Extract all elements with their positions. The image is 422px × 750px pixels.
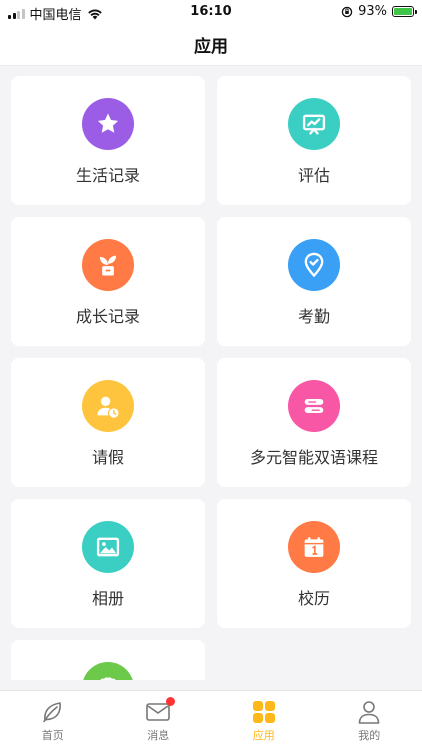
app-label: 相册	[91, 589, 124, 608]
app-label: 考勤	[297, 307, 330, 326]
tab-bar: 首页 消息 应用 我的	[0, 690, 422, 750]
person-clock-icon	[82, 380, 134, 432]
status-right: 93%	[341, 4, 417, 19]
app-card-attendance[interactable]: 考勤	[217, 217, 411, 346]
app-label: 请假	[91, 448, 124, 467]
app-grid: 生活记录 评估 成长记录 考勤 请假 多元智能双语课程 相册 校历	[11, 76, 411, 680]
grid-apps-icon	[252, 701, 275, 723]
app-card-partial[interactable]	[11, 640, 205, 680]
app-grid-container[interactable]: 生活记录 评估 成长记录 考勤 请假 多元智能双语课程 相册 校历	[0, 66, 422, 680]
presentation-chart-icon	[288, 98, 340, 150]
app-label: 多元智能双语课程	[249, 448, 378, 467]
app-label: 评估	[297, 166, 330, 185]
battery-icon	[392, 6, 417, 17]
clipboard-icon	[82, 662, 134, 680]
calendar-icon	[288, 521, 340, 573]
star-icon	[82, 98, 134, 150]
app-card-leave[interactable]: 请假	[11, 358, 205, 487]
tab-profile[interactable]: 我的	[317, 691, 422, 750]
nav-bar: 应用	[0, 24, 422, 66]
status-bar: 中国电信 16:10 93%	[0, 0, 422, 24]
app-card-growth-record[interactable]: 成长记录	[11, 217, 205, 346]
app-card-bilingual-course[interactable]: 多元智能双语课程	[217, 358, 411, 487]
picture-icon	[82, 521, 134, 573]
app-card-assessment[interactable]: 评估	[217, 76, 411, 205]
plant-pot-icon	[82, 239, 134, 291]
page-title: 应用	[194, 37, 228, 57]
app-card-life-record[interactable]: 生活记录	[11, 76, 205, 205]
person-icon	[358, 701, 380, 724]
tab-label: 应用	[252, 729, 275, 742]
unread-badge	[165, 697, 175, 706]
tab-home[interactable]: 首页	[0, 691, 106, 750]
leaf-icon	[42, 702, 61, 723]
app-card-album[interactable]: 相册	[11, 499, 205, 628]
book-stack-icon	[288, 380, 340, 432]
tab-apps[interactable]: 应用	[211, 691, 317, 750]
app-label: 成长记录	[75, 307, 140, 326]
app-card-school-calendar[interactable]: 校历	[217, 499, 411, 628]
app-label: 生活记录	[75, 166, 140, 185]
tab-messages[interactable]: 消息	[106, 691, 212, 750]
location-check-icon	[288, 239, 340, 291]
tab-label: 我的	[358, 729, 381, 742]
app-label: 校历	[297, 589, 330, 608]
orientation-lock-icon	[341, 6, 353, 17]
tab-label: 消息	[147, 729, 170, 742]
battery-percent: 93%	[358, 4, 387, 19]
tab-label: 首页	[41, 729, 64, 742]
